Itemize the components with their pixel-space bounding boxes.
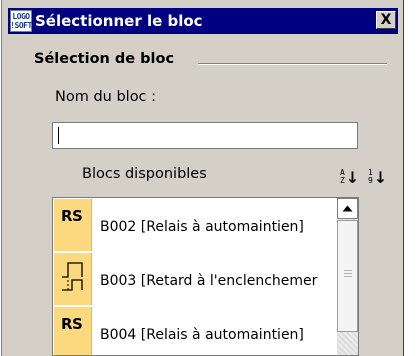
title-bar[interactable]: LOGO !SOFT Sélectionner le bloc X: [8, 8, 398, 34]
group-divider: [198, 63, 387, 65]
rs-icon-label: RS: [61, 315, 83, 333]
thumb-grip-line: [344, 276, 352, 277]
block-list-item[interactable]: RS B002 [Relais à automaintien]: [53, 198, 337, 252]
select-block-dialog: LOGO !SOFT Sélectionner le bloc X Sélect…: [1, 0, 404, 356]
vertical-scrollbar[interactable]: [337, 198, 358, 355]
block-list-item-label: B003 [Retard à l'enclenchemer: [100, 273, 318, 289]
sort-numeric-bottom: 9: [368, 176, 373, 185]
block-list-item[interactable]: B003 [Retard à l'enclenchemer: [53, 252, 337, 306]
on-delay-icon: [54, 253, 92, 305]
close-button[interactable]: X: [376, 11, 396, 29]
sort-alpha-icon: A Z: [340, 169, 345, 185]
rs-relay-icon: RS: [54, 307, 92, 355]
sort-alpha-arrow-icon: ↓: [345, 167, 360, 187]
sort-numeric-arrow-icon: ↓: [373, 167, 388, 187]
text-caret: [58, 127, 59, 144]
available-blocks-label: Blocs disponibles: [82, 166, 207, 182]
window-title: Sélectionner le bloc: [35, 12, 203, 30]
sort-numeric-icon: 1 9: [368, 169, 373, 185]
block-name-input[interactable]: [52, 122, 358, 149]
block-name-label: Nom du bloc :: [55, 89, 157, 105]
sort-alpha-bottom: Z: [340, 176, 345, 185]
block-list-item[interactable]: RS B004 [Relais à automaintien]: [53, 306, 337, 355]
rs-relay-icon: RS: [54, 199, 92, 251]
close-icon: X: [380, 12, 392, 28]
rs-icon-label: RS: [61, 207, 83, 225]
group-title: Sélection de bloc: [34, 51, 181, 67]
thumb-grip-line: [344, 273, 352, 274]
sort-alpha-button[interactable]: A Z ↓: [340, 166, 362, 188]
app-icon-text-top: LOGO: [12, 12, 30, 21]
chevron-up-icon: [342, 205, 353, 212]
thumb-grip-line: [344, 270, 352, 271]
scroll-thumb[interactable]: [337, 220, 358, 332]
sort-numeric-button[interactable]: 1 9 ↓: [368, 166, 390, 188]
available-blocks-list[interactable]: RS B002 [Relais à automaintien] B003 [Re…: [52, 197, 359, 356]
scroll-up-button[interactable]: [337, 198, 358, 219]
on-delay-pulse-icon: [62, 262, 83, 291]
block-list-item-label: B004 [Relais à automaintien]: [100, 327, 304, 343]
app-icon-text-bottom: !SOFT: [10, 21, 32, 30]
block-list-item-label: B002 [Relais à automaintien]: [100, 219, 304, 235]
logo-soft-app-icon: LOGO !SOFT: [10, 10, 32, 32]
